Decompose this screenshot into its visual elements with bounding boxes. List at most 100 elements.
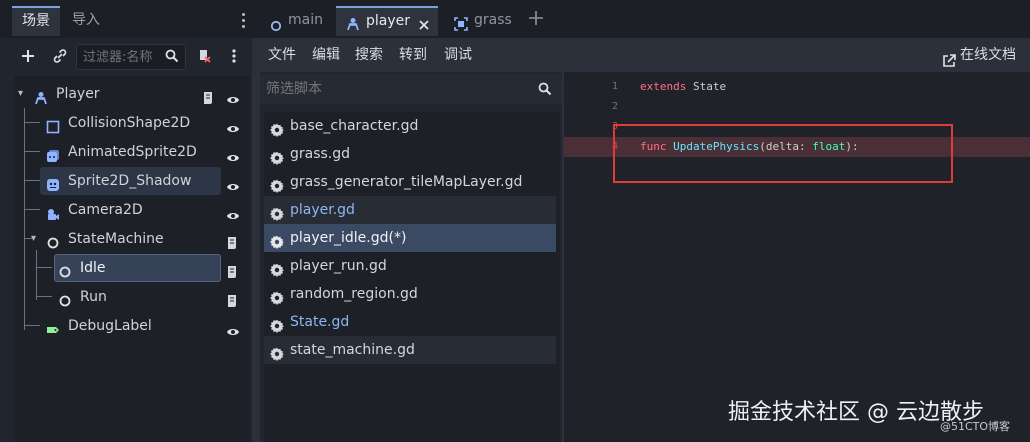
chevron-down-icon[interactable]: ▾ (31, 225, 36, 253)
script-item[interactable]: player_run.gd (264, 252, 556, 280)
script-item-label: State.gd (290, 314, 350, 330)
script-menubar: 文件 编辑 搜索 转到 调试 在线文档 (252, 38, 1030, 72)
tree-item-collisionshape2d[interactable]: CollisionShape2D (14, 109, 250, 137)
tab-label: grass (474, 12, 512, 28)
dock-menu-icon[interactable] (240, 12, 246, 28)
scene-menu-icon[interactable] (226, 38, 242, 74)
tree-item-sprite2d-shadow[interactable]: Sprite2D_Shadow (14, 167, 250, 195)
link-icon[interactable] (48, 38, 72, 74)
script-item[interactable]: grass.gd (264, 140, 556, 168)
tree-item-run[interactable]: Run (14, 283, 250, 311)
visibility-eye-icon[interactable] (226, 204, 240, 219)
attach-script-icon[interactable] (192, 38, 216, 74)
tree-item-label: StateMachine (68, 231, 164, 247)
tilemap-icon (454, 13, 468, 41)
node-icon (58, 261, 72, 278)
tree-item-label: Idle (80, 260, 106, 276)
menu-search[interactable]: 搜索 (355, 38, 383, 72)
scene-toolbar (0, 38, 252, 74)
tree-item-idle[interactable]: Idle (14, 254, 250, 282)
script-list: base_character.gd grass.gd grass_generat… (264, 112, 560, 442)
script-item-label: player_idle.gd(*) (290, 230, 407, 246)
tree-item-debuglabel[interactable]: DebugLabel (14, 312, 250, 340)
script-item-label: player_run.gd (290, 258, 387, 274)
gear-icon (270, 147, 284, 165)
gear-icon (270, 259, 284, 277)
tab-label: player (366, 13, 411, 29)
line-number: 2 (611, 101, 618, 112)
script-item[interactable]: state_machine.gd (264, 336, 556, 364)
gear-icon (270, 119, 284, 137)
gear-icon (270, 343, 284, 361)
script-filter-input[interactable] (266, 80, 516, 98)
script-item-label: player.gd (290, 202, 355, 218)
node-icon (58, 290, 72, 307)
gear-icon (270, 231, 284, 249)
tree-item-label: Run (80, 289, 107, 305)
scene-filter-box (76, 44, 186, 70)
scene-tree: ▾ Player CollisionShape2D AnimatedSprite… (14, 76, 250, 442)
chevron-down-icon[interactable]: ▾ (18, 80, 23, 108)
player-icon (34, 87, 48, 105)
tree-item-label: Player (56, 86, 100, 102)
sprite-icon (46, 174, 60, 191)
code-editor[interactable]: 1 2 3 4 extends State func UpdatePhysics… (564, 72, 1030, 442)
script-item[interactable]: player.gd (264, 196, 556, 224)
visibility-eye-icon[interactable] (226, 117, 240, 132)
close-icon[interactable] (418, 14, 430, 40)
watermark-sub: @51CTO博客 (940, 420, 1011, 433)
add-node-icon[interactable] (16, 38, 40, 74)
tab-player[interactable]: player (336, 6, 438, 36)
tree-item-label: CollisionShape2D (68, 115, 191, 131)
tab-grass[interactable]: grass (444, 6, 516, 36)
visibility-eye-icon[interactable] (226, 175, 240, 190)
script-icon[interactable] (226, 261, 238, 278)
script-icon[interactable] (226, 290, 238, 307)
script-item[interactable]: random_region.gd (264, 280, 556, 308)
gear-icon (270, 287, 284, 305)
script-item-label: grass_generator_tileMapLayer.gd (290, 174, 523, 190)
tree-item-camera2d[interactable]: Camera2D (14, 196, 250, 224)
script-filter-box (260, 74, 562, 104)
script-item-label: grass.gd (290, 146, 351, 162)
script-item-label: random_region.gd (290, 286, 418, 302)
script-icon[interactable] (226, 232, 238, 249)
line-number: 1 (611, 81, 618, 92)
script-item-label: state_machine.gd (290, 342, 415, 358)
tree-item-label: Sprite2D_Shadow (68, 173, 192, 189)
online-docs-label: 在线文档 (960, 47, 1016, 63)
script-list-panel: base_character.gd grass.gd grass_generat… (260, 72, 562, 442)
visibility-eye-icon[interactable] (226, 146, 240, 161)
annotation-highlight-box (613, 124, 953, 183)
add-tab-icon[interactable] (528, 10, 544, 30)
scene-filter-input[interactable] (83, 48, 163, 66)
tab-scene[interactable]: 场景 (12, 6, 60, 36)
script-item[interactable]: grass_generator_tileMapLayer.gd (264, 168, 556, 196)
camera-icon (46, 203, 60, 220)
visibility-eye-icon[interactable] (226, 88, 240, 103)
left-dock-tabbar: 场景 导入 (0, 0, 252, 38)
script-item-selected[interactable]: player_idle.gd(*) (264, 224, 556, 252)
tree-item-player[interactable]: ▾ Player (14, 80, 250, 108)
menu-debug[interactable]: 调试 (444, 38, 472, 72)
tree-item-statemachine[interactable]: ▾ StateMachine (14, 225, 250, 253)
tab-import[interactable]: 导入 (62, 6, 110, 36)
menu-file[interactable]: 文件 (268, 38, 296, 72)
tab-label: main (288, 12, 323, 28)
script-icon[interactable] (202, 87, 214, 104)
menu-edit[interactable]: 编辑 (312, 38, 340, 72)
tree-item-label: DebugLabel (68, 318, 152, 334)
visibility-eye-icon[interactable] (226, 320, 240, 335)
menu-goto[interactable]: 转到 (399, 38, 427, 72)
scene-dock: 场景 导入 过滤器:名称 ▾ Player CollisionShape2D A… (0, 0, 252, 442)
script-item[interactable]: base_character.gd (264, 112, 556, 140)
tab-main[interactable]: main (260, 6, 330, 36)
tree-item-animatedsprite2d[interactable]: AnimatedSprite2D (14, 138, 250, 166)
collision-shape-icon (46, 116, 60, 134)
player-icon (346, 14, 360, 40)
code-line-1: extends State (640, 80, 727, 93)
node-icon (46, 232, 60, 249)
animated-sprite-icon (46, 145, 60, 162)
script-item[interactable]: State.gd (264, 308, 556, 336)
search-icon (538, 82, 552, 100)
